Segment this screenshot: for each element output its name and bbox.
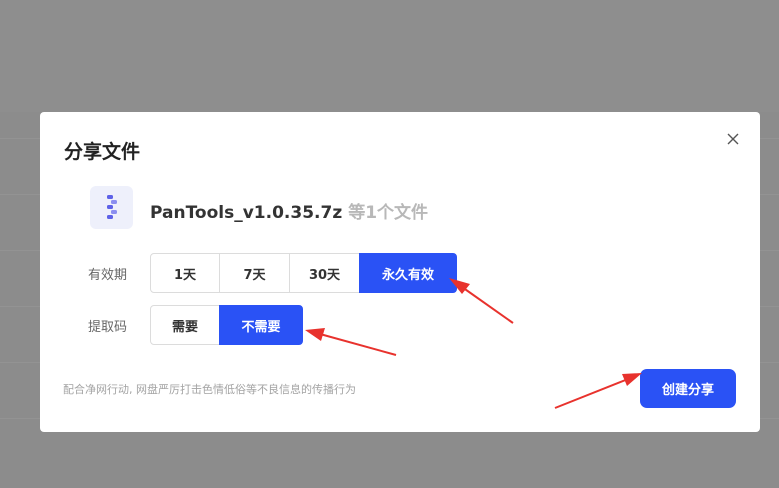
code-option-not-required[interactable]: 不需要 — [219, 305, 303, 345]
zip-file-icon — [90, 186, 133, 229]
validity-option-30days[interactable]: 30天 — [289, 253, 360, 293]
file-name-text: PanTools_v1.0.35.7z — [150, 203, 343, 223]
code-selector: 需要 不需要 — [150, 305, 303, 345]
validity-option-7days[interactable]: 7天 — [219, 253, 290, 293]
dialog-title: 分享文件 — [64, 141, 141, 163]
create-share-button[interactable]: 创建分享 — [640, 369, 736, 408]
file-count: 等1个文件 — [348, 203, 429, 223]
validity-selector: 1天 7天 30天 永久有效 — [150, 253, 457, 293]
validity-option-1day[interactable]: 1天 — [150, 253, 220, 293]
backdrop-top — [0, 0, 779, 112]
close-icon[interactable] — [724, 130, 742, 148]
validity-label: 有效期 — [88, 268, 128, 283]
code-option-required[interactable]: 需要 — [150, 305, 220, 345]
notice-text: 配合净网行动, 网盘严厉打击色情低俗等不良信息的传播行为 — [63, 383, 356, 396]
validity-option-permanent[interactable]: 永久有效 — [359, 253, 457, 293]
share-dialog: 分享文件 PanTools_v1.0.35.7z 等1个文件 有效期 1天 7天 … — [40, 112, 760, 432]
code-label: 提取码 — [88, 320, 128, 335]
file-name: PanTools_v1.0.35.7z 等1个文件 — [150, 198, 428, 223]
